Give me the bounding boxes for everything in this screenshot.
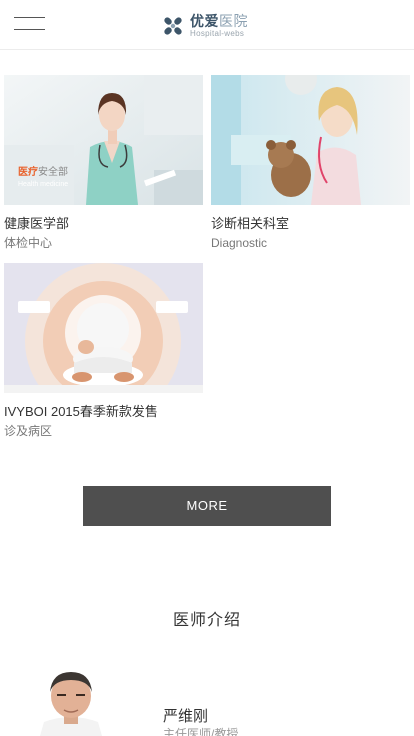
hospital-cross-logo-icon <box>164 17 182 35</box>
card-subtitle: Diagnostic <box>211 236 268 250</box>
site-logo[interactable]: 优爱医院 Hospital-webs <box>161 11 248 41</box>
image-overlay-caption: 医疗安全部 Health medicine <box>18 167 69 188</box>
hamburger-menu-icon[interactable] <box>14 15 46 33</box>
card-title[interactable]: 健康医学部 <box>4 215 203 233</box>
more-button[interactable]: MORE <box>83 486 331 526</box>
department-card[interactable]: 医疗安全部 Health medicine 健康医学部 体检中心 <box>4 75 203 251</box>
logo-name: 优爱医院 <box>190 13 248 29</box>
logo-subtitle: Hospital-webs <box>190 29 245 38</box>
nurse-with-stethoscope-photo[interactable]: 医疗安全部 Health medicine <box>4 75 203 205</box>
card-subtitle: 诊及病区 <box>4 424 53 438</box>
card-title[interactable]: 诊断相关科室 <box>211 215 410 233</box>
doctor-name[interactable]: 严维刚 <box>163 705 208 726</box>
department-card[interactable]: IVYBOI 2015春季新款发售 诊及病区 <box>4 263 203 439</box>
girl-with-teddy-bear-photo[interactable] <box>211 75 410 205</box>
department-card[interactable]: 诊断相关科室 Diagnostic <box>211 75 410 251</box>
doctors-section-title: 医师介绍 <box>172 612 241 629</box>
doctor-role: 主任医师/教授 <box>163 727 239 736</box>
doctor-avatar[interactable] <box>40 668 102 736</box>
card-subtitle: 体检中心 <box>4 236 53 250</box>
card-title[interactable]: IVYBOI 2015春季新款发售 <box>4 403 203 421</box>
ct-scanner-photo[interactable] <box>4 263 203 393</box>
top-header: 优爱医院 Hospital-webs <box>0 0 414 50</box>
